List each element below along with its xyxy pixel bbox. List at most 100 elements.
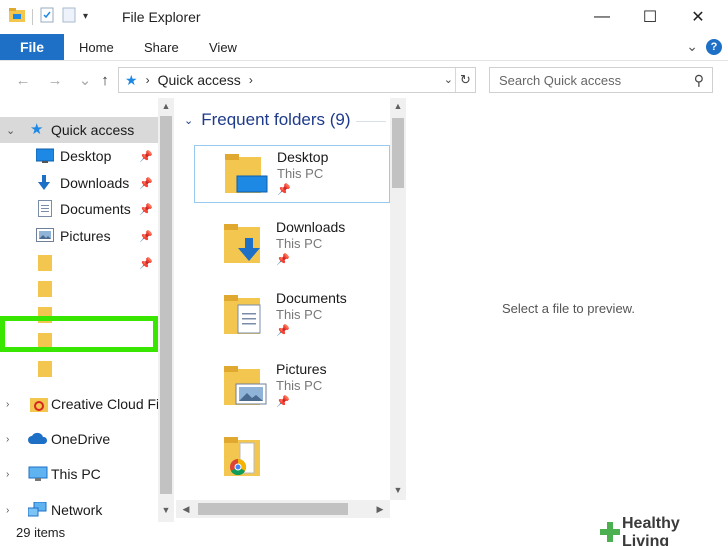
nav-item-documents[interactable]: Documents 📌 xyxy=(0,196,158,222)
scrollbar-thumb[interactable] xyxy=(392,118,404,188)
nav-item-desktop[interactable]: Desktop 📌 xyxy=(0,143,158,169)
tab-view[interactable]: View xyxy=(209,34,237,60)
minimize-button[interactable]: — xyxy=(578,0,626,34)
folder-icon xyxy=(38,280,54,297)
nav-onedrive[interactable]: › OneDrive xyxy=(0,426,158,452)
nav-item-folder[interactable] xyxy=(0,276,158,302)
breadcrumb-chevron-icon[interactable]: › xyxy=(249,73,253,87)
folder-location: This PC xyxy=(276,307,323,322)
desktop-icon xyxy=(35,148,55,164)
nav-item-label: This PC xyxy=(51,466,101,482)
file-list: ⌄ Frequent folders (9) Desktop This PC 📌… xyxy=(176,98,390,498)
pin-icon: 📌 xyxy=(276,396,290,408)
documents-folder-icon xyxy=(224,295,268,335)
scroll-down-icon[interactable]: ▼ xyxy=(390,482,406,498)
breadcrumb[interactable]: Quick access xyxy=(158,72,241,88)
scroll-down-icon[interactable]: ▼ xyxy=(158,502,174,518)
nav-item-pictures[interactable]: Pictures 📌 xyxy=(0,223,158,249)
recent-locations-icon[interactable]: ⌄ xyxy=(74,70,96,90)
folder-name: Pictures xyxy=(276,361,327,377)
watermark-brand: Healthy Living xyxy=(622,515,680,546)
folder-name: Desktop xyxy=(277,149,329,165)
watermark: Healthy Living xyxy=(596,515,728,546)
ribbon-controls: ⌄ ? xyxy=(686,38,722,55)
properties-icon[interactable] xyxy=(39,7,55,26)
nav-item-folder[interactable] xyxy=(0,356,158,382)
preview-pane: Select a file to preview. xyxy=(408,98,728,522)
tab-file[interactable]: File xyxy=(0,34,64,60)
tab-home[interactable]: Home xyxy=(79,34,114,60)
scroll-up-icon[interactable]: ▲ xyxy=(158,98,174,114)
forward-button[interactable]: → xyxy=(44,70,66,90)
scroll-left-icon[interactable]: ◀ xyxy=(178,501,194,517)
downloads-icon xyxy=(36,175,52,191)
nav-creative-cloud[interactable]: › Creative Cloud Fil xyxy=(0,391,158,417)
collapsed-caret-icon[interactable]: › xyxy=(6,469,9,480)
maximize-button[interactable]: ☐ xyxy=(626,0,674,34)
folder-tile-downloads[interactable]: Downloads This PC 📌 xyxy=(194,216,390,274)
refresh-button[interactable]: ↻ xyxy=(455,68,475,92)
expanded-caret-icon[interactable]: ⌄ xyxy=(6,124,15,137)
pin-icon[interactable]: 📌 xyxy=(139,203,153,216)
tab-share[interactable]: Share xyxy=(144,34,179,60)
folder-location: This PC xyxy=(276,236,323,251)
collapsed-caret-icon[interactable]: › xyxy=(6,399,9,410)
folder-location: This PC xyxy=(276,378,323,393)
navigation-pane: ⌄ ★ Quick access Desktop 📌 Downloads 📌 D… xyxy=(0,98,158,522)
nav-network[interactable]: › Network xyxy=(0,497,158,522)
folder-tile-chrome[interactable] xyxy=(194,429,390,487)
breadcrumb-chevron-icon[interactable]: › xyxy=(146,73,150,87)
search-input[interactable]: Search Quick access ⚲ xyxy=(489,67,713,93)
folder-tile-desktop[interactable]: Desktop This PC 📌 xyxy=(194,145,390,203)
pin-icon[interactable]: 📌 xyxy=(139,150,153,163)
pictures-folder-icon xyxy=(224,366,268,406)
group-collapse-icon[interactable]: ⌄ xyxy=(184,114,193,127)
scrollbar-thumb[interactable] xyxy=(160,116,172,494)
content-vertical-scrollbar[interactable]: ▲ ▼ xyxy=(390,98,406,500)
new-folder-icon[interactable] xyxy=(61,7,77,26)
scrollbar-thumb[interactable] xyxy=(198,503,348,515)
nav-item-label: Creative Cloud Fil xyxy=(51,396,158,412)
group-header[interactable]: ⌄ Frequent folders (9) xyxy=(184,110,351,130)
back-button[interactable]: ← xyxy=(12,70,34,90)
pin-icon: 📌 xyxy=(277,184,291,196)
item-count: 29 items xyxy=(16,525,66,540)
customize-toolbar-icon[interactable]: ▾ xyxy=(83,11,88,22)
quick-access-star-icon: ★ xyxy=(30,121,44,138)
folder-tile-documents[interactable]: Documents This PC 📌 xyxy=(194,287,390,345)
chrome-folder-icon xyxy=(224,437,268,477)
pin-icon[interactable]: 📌 xyxy=(139,257,153,270)
address-bar[interactable]: ★ › Quick access › ⌄ ↻ xyxy=(118,67,476,93)
pin-icon[interactable]: 📌 xyxy=(139,230,153,243)
nav-quick-access[interactable]: ⌄ ★ Quick access xyxy=(0,117,158,143)
content-horizontal-scrollbar[interactable]: ◀ ▶ xyxy=(176,500,390,518)
address-dropdown-icon[interactable]: ⌄ xyxy=(444,73,453,86)
nav-pane-scrollbar[interactable]: ▲ ▼ xyxy=(158,98,174,522)
close-button[interactable]: ✕ xyxy=(674,0,722,34)
collapsed-caret-icon[interactable]: › xyxy=(6,434,9,445)
expand-ribbon-icon[interactable]: ⌄ xyxy=(686,38,698,55)
nav-item-label: Network xyxy=(51,502,103,518)
nav-item-downloads[interactable]: Downloads 📌 xyxy=(0,170,158,196)
folder-icon xyxy=(38,254,54,271)
group-divider xyxy=(356,121,386,122)
help-icon[interactable]: ? xyxy=(706,38,722,55)
downloads-folder-icon xyxy=(224,224,268,264)
up-button[interactable]: ↑ xyxy=(94,70,116,90)
nav-item-label: OneDrive xyxy=(51,431,111,447)
nav-item-label: Quick access xyxy=(51,122,135,138)
nav-item-folder[interactable]: 📌 xyxy=(0,250,158,276)
scroll-right-icon[interactable]: ▶ xyxy=(372,501,388,517)
scroll-up-icon[interactable]: ▲ xyxy=(390,98,406,114)
folder-icon xyxy=(38,360,54,377)
address-toolbar: ← → ⌄ ↑ ★ › Quick access › ⌄ ↻ Search Qu… xyxy=(0,62,728,98)
folder-tile-pictures[interactable]: Pictures This PC 📌 xyxy=(194,358,390,416)
window-title: File Explorer xyxy=(122,9,201,25)
nav-item-label: Pictures xyxy=(60,228,111,244)
quick-access-star-icon: ★ xyxy=(125,71,138,88)
pin-icon[interactable]: 📌 xyxy=(139,177,153,190)
nav-this-pc[interactable]: › This PC xyxy=(0,461,158,487)
folder-name: Documents xyxy=(276,290,347,306)
desktop-folder-icon xyxy=(225,154,269,194)
collapsed-caret-icon[interactable]: › xyxy=(6,505,9,516)
